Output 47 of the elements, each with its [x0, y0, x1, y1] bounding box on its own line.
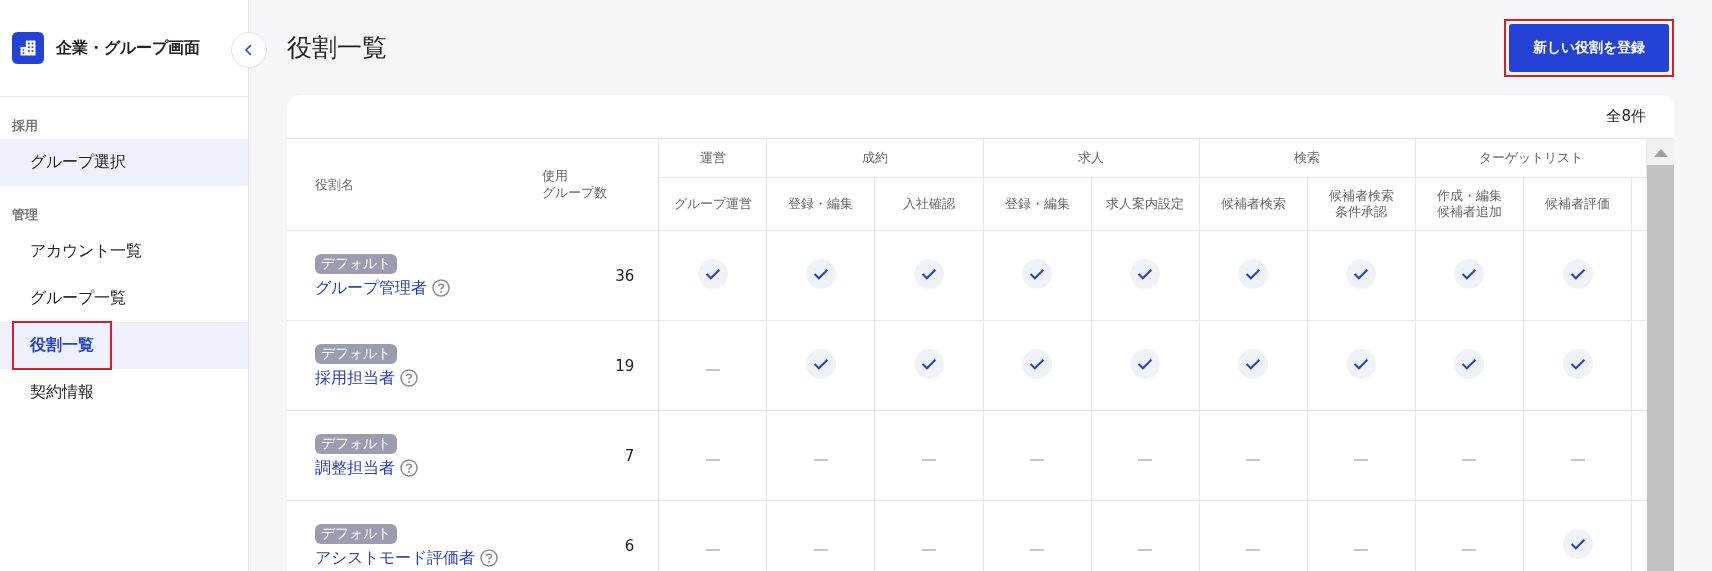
column-header: 入社確認 — [902, 195, 955, 213]
nav-item[interactable]: 役割一覧 — [12, 321, 112, 370]
role-name-link[interactable]: グループ管理者 — [315, 277, 427, 299]
scroll-up-icon[interactable] — [1653, 149, 1668, 157]
role-name-link[interactable]: 採用担当者 — [315, 367, 395, 389]
column-group-header: ターゲットリスト — [1478, 150, 1583, 165]
total-count: 全8件 — [1606, 107, 1646, 126]
column-group-header: 検索 — [1294, 150, 1321, 165]
nav-item[interactable]: グループ一覧 — [12, 274, 144, 323]
group-count: 6 — [624, 536, 635, 555]
scrollbar[interactable] — [1647, 139, 1674, 571]
collapse-sidebar-button[interactable] — [231, 32, 267, 68]
nav-item[interactable]: 契約情報 — [12, 368, 112, 417]
group-count: 7 — [624, 446, 635, 465]
column-header: 候補者検索 条件承認 — [1328, 187, 1394, 221]
help-icon[interactable] — [400, 369, 418, 387]
page-title: 役割一覧 — [287, 32, 387, 64]
app-title: 企業・グループ画面 — [56, 37, 200, 59]
column-header: 役割名 — [315, 176, 354, 192]
column-header: グループ運営 — [673, 195, 752, 213]
building-icon — [12, 32, 44, 64]
column-header: 登録・編集 — [1004, 195, 1070, 213]
default-badge: デフォルト — [315, 523, 397, 544]
column-header: 登録・編集 — [788, 195, 854, 213]
nav-item[interactable]: アカウント一覧 — [12, 227, 160, 276]
default-badge: デフォルト — [315, 433, 397, 454]
column-group-header: 求人 — [1078, 150, 1105, 165]
register-role-button[interactable]: 新しい役割を登録 — [1509, 23, 1669, 72]
column-header: 使用 グループ数 — [541, 168, 607, 201]
default-badge: デフォルト — [315, 253, 397, 274]
help-icon[interactable] — [480, 549, 498, 568]
column-header: 候補者検索 — [1220, 195, 1286, 213]
help-icon[interactable] — [432, 279, 450, 297]
default-badge: デフォルト — [315, 343, 397, 364]
section-label: 管理 — [11, 206, 39, 224]
column-group-header: 成約 — [861, 150, 888, 165]
column-header: 求人案内設定 — [1106, 195, 1185, 213]
chevron-left-icon — [244, 44, 254, 56]
role-name-link[interactable]: アシストモード評価者 — [315, 547, 475, 569]
group-count: 19 — [615, 356, 635, 375]
help-icon[interactable] — [400, 459, 418, 477]
column-group-header: 運営 — [699, 150, 726, 165]
role-name-link[interactable]: 調整担当者 — [315, 457, 395, 479]
section-label: 採用 — [11, 117, 39, 135]
column-header: 候補者評価 — [1545, 195, 1610, 213]
column-header: 作成・編集 候補者追加 — [1436, 187, 1502, 221]
group-count: 36 — [615, 266, 635, 285]
